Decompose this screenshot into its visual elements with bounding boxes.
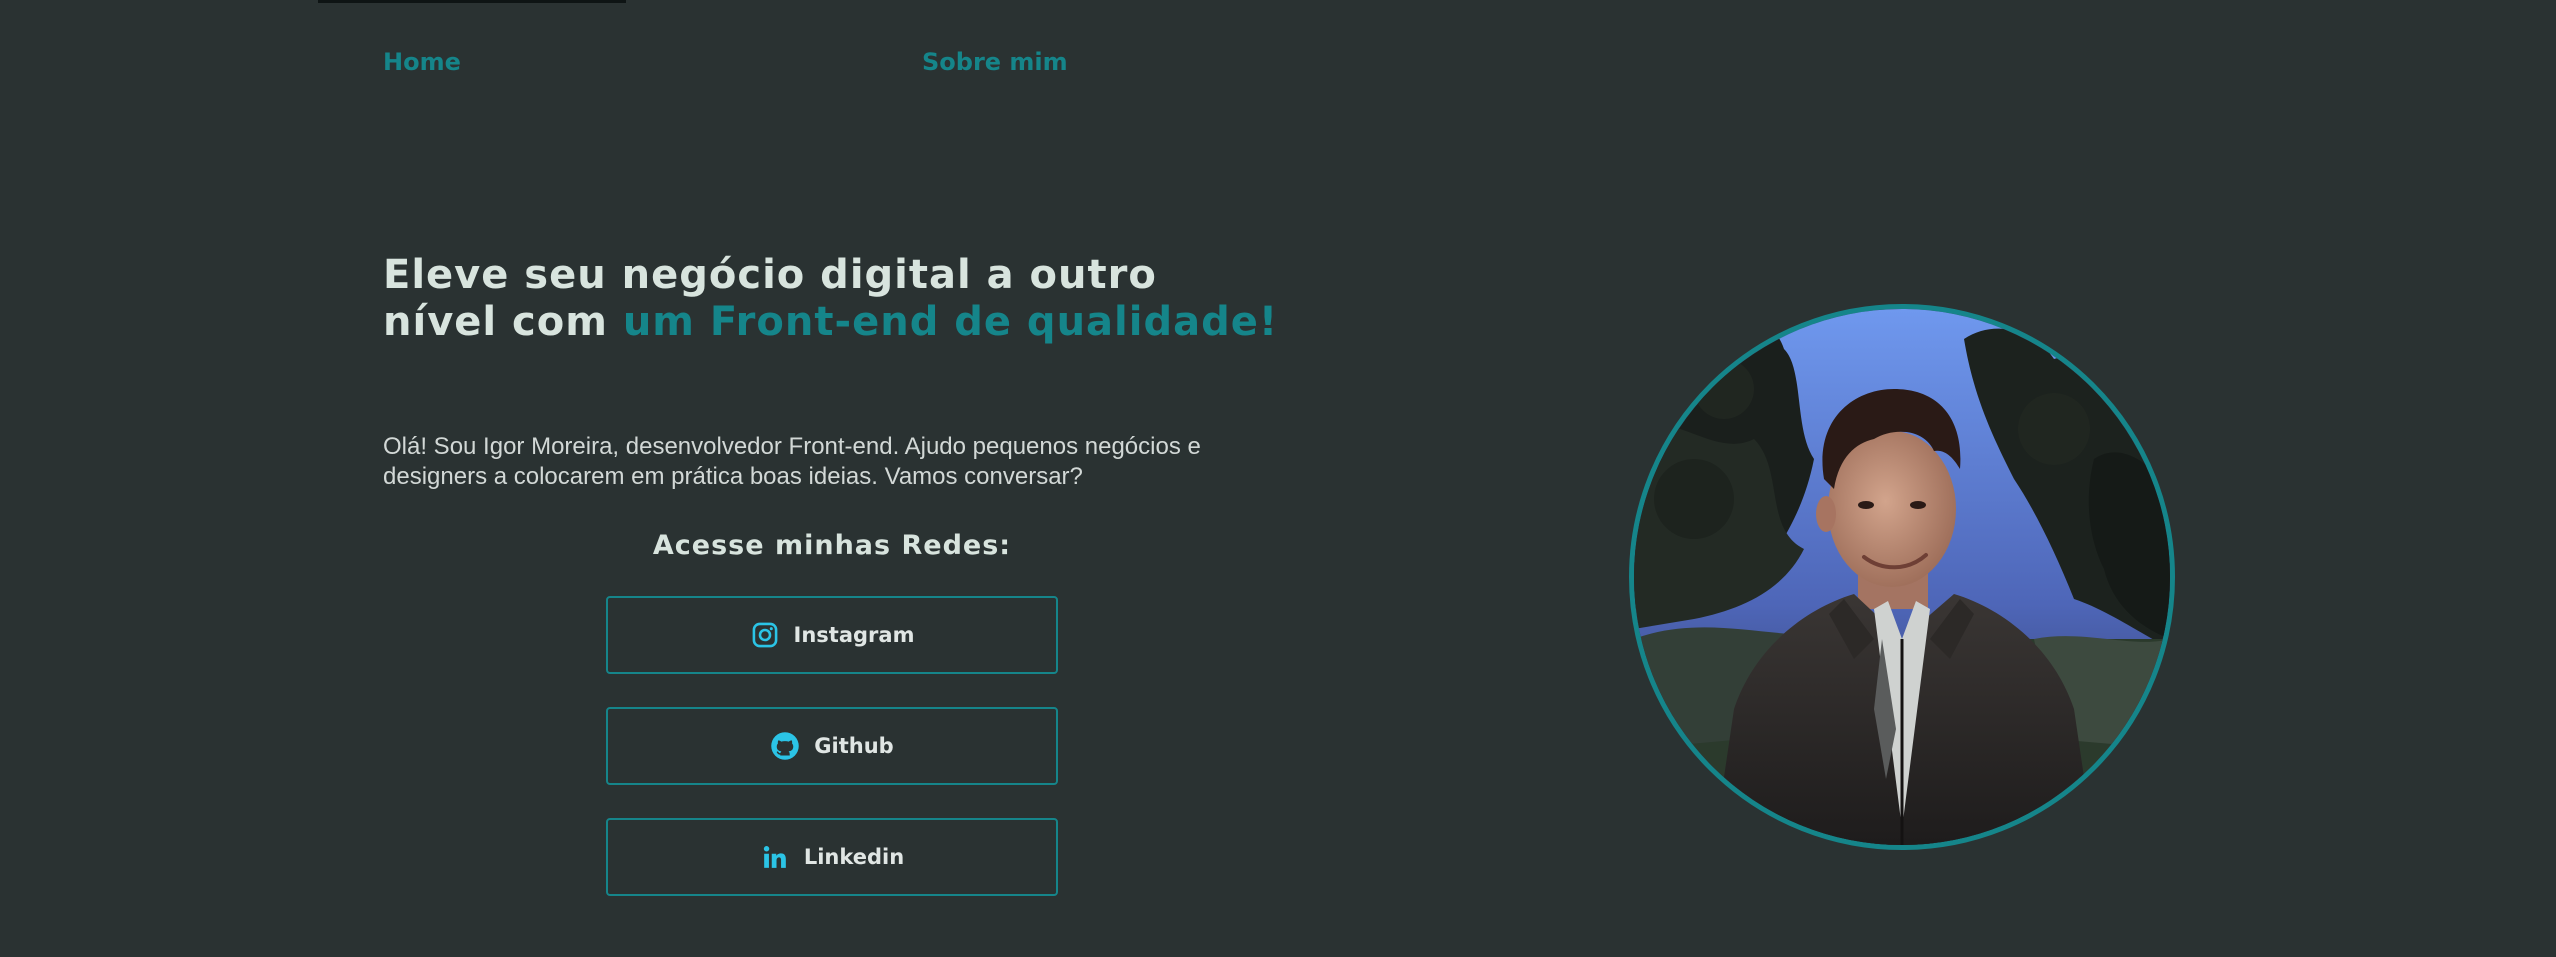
nav-home-link[interactable]: Home [383,48,461,76]
top-divider [318,0,626,3]
instagram-icon [750,620,780,650]
linkedin-button[interactable]: Linkedin [606,818,1058,896]
nav-about-link[interactable]: Sobre mim [922,48,1068,76]
instagram-label: Instagram [793,623,915,647]
github-icon [770,731,800,761]
linkedin-icon [760,842,790,872]
page: Home Sobre mim Eleve seu negócio digital… [0,0,2556,957]
profile-photo-illustration [1634,309,2170,845]
linkedin-label: Linkedin [803,845,905,869]
profile-photo [1629,304,2175,850]
hero-description: Olá! Sou Igor Moreira, desenvolvedor Fro… [383,433,1201,490]
socials-heading: Acesse minhas Redes: [652,530,1012,561]
hero-title: Eleve seu negócio digital a outro nível … [383,252,1283,346]
github-button[interactable]: Github [606,707,1058,785]
github-label: Github [814,734,894,758]
instagram-button[interactable]: Instagram [606,596,1058,674]
hero-title-accent: um Front-end de qualidade! [622,299,1279,345]
